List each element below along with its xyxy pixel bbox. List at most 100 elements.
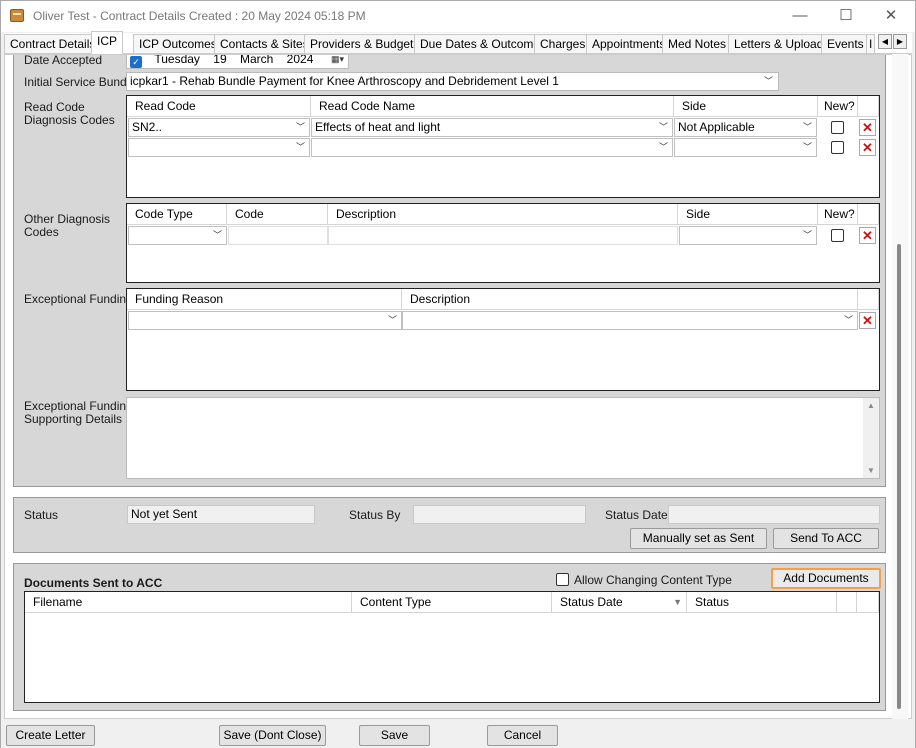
send-to-acc-button[interactable]: Send To ACC <box>773 528 879 549</box>
chevron-down-icon: ﹀ <box>763 76 773 86</box>
col-new: New? <box>818 204 858 225</box>
status-date-field <box>668 505 880 524</box>
tab-icp[interactable]: ICP <box>91 31 124 54</box>
allow-changing-checkbox[interactable] <box>556 573 569 586</box>
col-delete <box>858 204 879 225</box>
read-code-name-cell[interactable]: ﹀ <box>311 138 673 157</box>
new-checkbox[interactable] <box>831 121 844 134</box>
add-documents-button[interactable]: Add Documents <box>771 568 881 589</box>
tab-events[interactable]: Events <box>821 34 870 53</box>
side-cell[interactable]: Not Applicable ﹀ <box>674 118 817 137</box>
date-accepted-picker[interactable]: ✓ Tuesday 19 March 2024 ▦▾ <box>126 54 349 69</box>
side-cell[interactable]: ﹀ <box>674 138 817 157</box>
exc-support-label-2: Supporting Details <box>24 412 123 426</box>
minimize-button[interactable]: — <box>777 3 823 31</box>
save-dont-close-button[interactable]: Save (Dont Close) <box>219 725 326 746</box>
exceptional-funding-grid: Funding Reason Description ﹀ ﹀ ✕ <box>126 288 880 391</box>
tab-med-notes[interactable]: Med Notes <box>662 34 733 53</box>
status-label: Status <box>24 508 59 522</box>
date-accepted-label: Date Accepted <box>24 54 103 67</box>
code-type-cell[interactable]: ﹀ <box>128 226 227 245</box>
icp-content: Date Accepted ✓ Tuesday 19 March 2024 ▦▾… <box>4 54 912 719</box>
content-scroll-thumb[interactable] <box>897 244 901 709</box>
col-status: Status <box>687 592 837 613</box>
chevron-down-icon: ﹀ <box>802 122 812 132</box>
side-cell[interactable]: ﹀ <box>679 226 817 245</box>
save-button[interactable]: Save <box>359 725 430 746</box>
col-filename: Filename <box>25 592 352 613</box>
chevron-down-icon: ﹀ <box>802 230 812 240</box>
cancel-button[interactable]: Cancel <box>487 725 558 746</box>
exc-support-textarea[interactable]: ▲ ▼ <box>126 397 880 479</box>
col-code-type: Code Type <box>127 204 227 225</box>
funding-reason-cell[interactable]: ﹀ <box>128 311 402 330</box>
date-enabled-checkbox[interactable]: ✓ <box>130 56 142 68</box>
chevron-down-icon: ﹀ <box>843 315 853 325</box>
status-by-label: Status By <box>349 508 401 522</box>
col-delete <box>858 96 879 117</box>
delete-row-icon[interactable]: ✕ <box>859 139 876 156</box>
tab-letters-uploads[interactable]: Letters & Uploads <box>728 34 836 53</box>
description-cell[interactable] <box>328 226 678 245</box>
date-day: Tuesday <box>154 54 200 66</box>
col-read-code-name: Read Code Name <box>311 96 674 117</box>
col-new: New? <box>818 96 858 117</box>
col-description: Description <box>402 289 858 310</box>
sort-down-icon: ▼ <box>673 597 682 607</box>
documents-group: Documents Sent to ACC Allow Changing Con… <box>13 563 886 711</box>
tab-due-dates-outcomes[interactable]: Due Dates & Outcomes <box>414 34 553 53</box>
scroll-down-icon[interactable]: ▼ <box>867 466 875 475</box>
textarea-scrollbar[interactable]: ▲ ▼ <box>863 398 879 478</box>
tab-providers-budgets[interactable]: Providers & Budgets <box>304 34 426 53</box>
icp-group: Date Accepted ✓ Tuesday 19 March 2024 ▦▾… <box>13 54 886 487</box>
maximize-button[interactable]: ☐ <box>823 3 869 31</box>
chevron-down-icon: ﹀ <box>295 122 305 132</box>
tab-contract-details[interactable]: Contract Details <box>4 34 102 53</box>
bundle-select[interactable]: icpkar1 - Rehab Bundle Payment for Knee … <box>126 72 779 91</box>
col-code: Code <box>227 204 328 225</box>
chevron-down-icon: ﹀ <box>295 142 305 152</box>
read-code-grid: Read Code Read Code Name Side New? SN2..… <box>126 95 880 198</box>
create-letter-button[interactable]: Create Letter <box>6 725 95 746</box>
documents-grid: Filename Content Type Status Date ▼ Statu… <box>24 591 880 703</box>
delete-row-icon[interactable]: ✕ <box>859 227 876 244</box>
tab-strip: Contract Details ICP ICP Outcomes Contac… <box>4 31 912 54</box>
col-extra-1 <box>837 592 857 613</box>
col-extra-2 <box>857 592 879 613</box>
status-group: Status Not yet Sent Status By Status Dat… <box>13 497 886 553</box>
tab-scroll-left-icon[interactable]: ◀ <box>878 34 892 49</box>
read-code-name-cell[interactable]: Effects of heat and light ﹀ <box>311 118 673 137</box>
status-date-label: Status Date <box>605 508 668 522</box>
date-num: 19 <box>213 54 227 66</box>
funding-description-cell[interactable]: ﹀ <box>402 311 858 330</box>
code-cell[interactable] <box>228 226 328 245</box>
date-month: March <box>239 54 274 66</box>
tab-icp-outcomes[interactable]: ICP Outcomes <box>133 34 223 53</box>
chevron-down-icon: ﹀ <box>658 122 668 132</box>
chevron-down-icon: ﹀ <box>802 142 812 152</box>
col-status-date[interactable]: Status Date ▼ <box>552 592 687 613</box>
delete-row-icon[interactable]: ✕ <box>859 119 876 136</box>
bundle-value: icpkar1 - Rehab Bundle Payment for Knee … <box>130 74 559 88</box>
read-code-cell[interactable]: SN2.. ﹀ <box>128 118 310 137</box>
status-by-field <box>413 505 586 524</box>
new-checkbox[interactable] <box>831 141 844 154</box>
manually-set-sent-button[interactable]: Manually set as Sent <box>630 528 767 549</box>
chevron-down-icon: ﹀ <box>387 315 397 325</box>
calendar-icon[interactable]: ▦▾ <box>331 55 344 68</box>
window-title: Oliver Test - Contract Details Created :… <box>33 9 366 23</box>
tab-scroll-right-icon[interactable]: ▶ <box>893 34 907 49</box>
read-code-cell[interactable]: ﹀ <box>128 138 310 157</box>
scroll-up-icon[interactable]: ▲ <box>867 401 875 410</box>
new-checkbox[interactable] <box>831 229 844 242</box>
date-year: 2024 <box>286 54 314 66</box>
tab-charges[interactable]: Charges <box>534 34 592 53</box>
col-description: Description <box>328 204 678 225</box>
tab-contacts-sites[interactable]: Contacts & Sites <box>214 34 315 53</box>
contract-details-window: Oliver Test - Contract Details Created :… <box>0 0 916 748</box>
chevron-down-icon: ﹀ <box>212 230 222 240</box>
close-button[interactable]: ✕ <box>868 3 914 31</box>
tab-overflow[interactable]: I <box>866 34 876 53</box>
tab-appointments[interactable]: Appointments <box>586 34 672 53</box>
delete-row-icon[interactable]: ✕ <box>859 312 876 329</box>
